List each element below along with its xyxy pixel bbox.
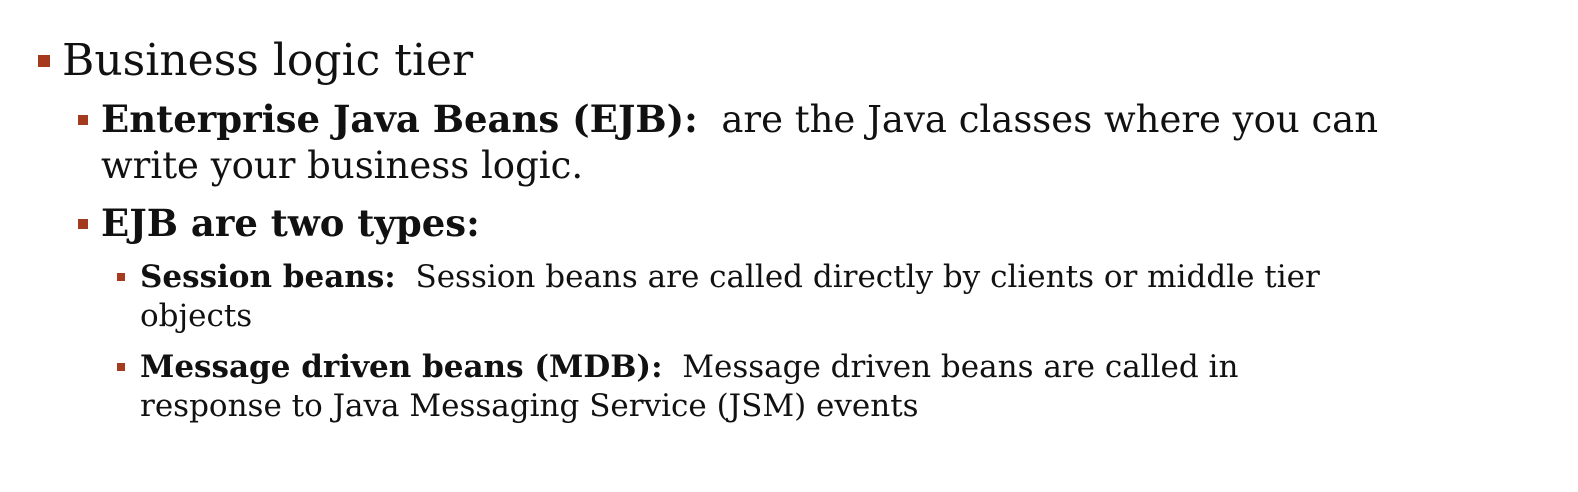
ejb-definition-item: Enterprise Java Beans (EJB): are the Jav…: [101, 96, 1378, 189]
mdb-description-2: response to Java Messaging Service (JSM)…: [140, 388, 919, 424]
ejb-term: Enterprise Java Beans (EJB):: [101, 97, 698, 141]
heading-business-logic-tier: Business logic tier: [62, 34, 473, 88]
mdb-term: Message driven beans (MDB):: [140, 349, 663, 385]
message-driven-beans-item: Message driven beans (MDB): Message driv…: [140, 348, 1238, 426]
square-bullet-icon: [38, 55, 50, 67]
ejb-definition-line-1: Enterprise Java Beans (EJB): are the Jav…: [101, 96, 1378, 143]
heading-text: Business logic tier: [62, 35, 474, 86]
ejb-description-2: write your business logic.: [101, 144, 584, 187]
session-beans-line-1: Session beans: Session beans are called …: [140, 258, 1320, 297]
ejb-description-1: are the Java classes where you can: [721, 98, 1379, 141]
square-bullet-icon: [78, 219, 88, 229]
square-bullet-icon: [117, 273, 125, 281]
slide-content: Business logic tier Enterprise Java Bean…: [0, 0, 1578, 492]
square-bullet-icon: [78, 115, 88, 125]
session-beans-description-1: Session beans are called directly by cli…: [415, 259, 1320, 295]
mdb-description-1: Message driven beans are called in: [682, 349, 1239, 385]
ejb-types-label: EJB are two types:: [101, 201, 480, 245]
ejb-types-item: EJB are two types:: [101, 200, 480, 247]
session-beans-term: Session beans:: [140, 259, 396, 295]
square-bullet-icon: [117, 363, 125, 371]
session-beans-description-2: objects: [140, 298, 253, 334]
mdb-line-1: Message driven beans (MDB): Message driv…: [140, 348, 1238, 387]
session-beans-item: Session beans: Session beans are called …: [140, 258, 1320, 336]
